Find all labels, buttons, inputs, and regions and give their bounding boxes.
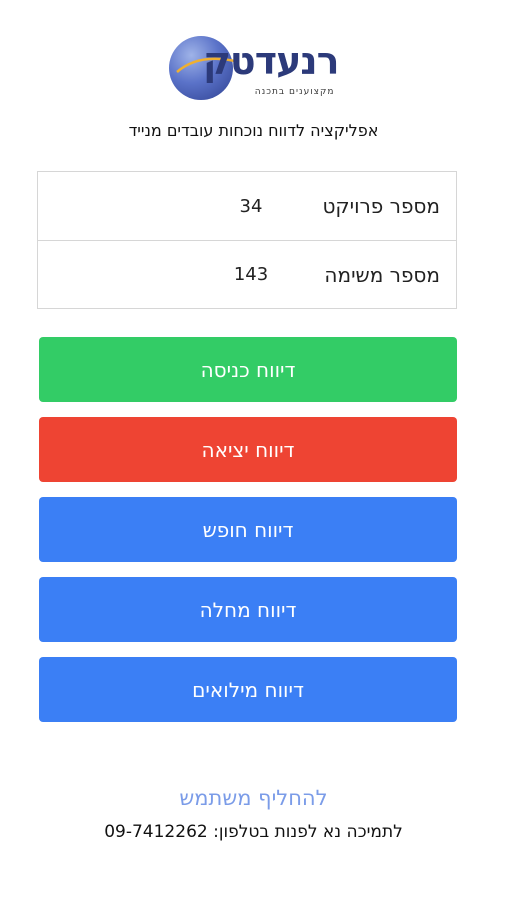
project-info-table: מספר פרויקט 34 מספר משימה 143 (37, 171, 457, 309)
report-actions: דיווח כניסה דיווח יציאה דיווח חופש דיווח… (39, 337, 457, 737)
project-number-value: 34 (239, 195, 263, 217)
project-number-label: מספר פרויקט (322, 194, 440, 218)
logo-tagline: מקצוענים בתכנה (254, 87, 335, 97)
checkin-report-button[interactable]: דיווח כניסה (39, 337, 457, 402)
app-logo: רנעדטק מקצוענים בתכנה (0, 32, 507, 104)
checkout-report-button[interactable]: דיווח יציאה (39, 417, 457, 482)
task-number-row: מספר משימה 143 (38, 240, 456, 308)
support-phone-text: לתמיכה נא לפנות בטלפון: 09-7412262 (104, 822, 403, 842)
vacation-report-button[interactable]: דיווח חופש (39, 497, 457, 562)
sick-report-button[interactable]: דיווח מחלה (39, 577, 457, 642)
reserve-duty-report-button[interactable]: דיווח מילואים (39, 657, 457, 722)
switch-user-link[interactable]: להחליף משתמש (0, 786, 507, 810)
task-number-label: מספר משימה (324, 262, 440, 287)
task-number-value: 143 (233, 264, 269, 285)
logo-brand-text: רנעדטק (202, 39, 340, 83)
project-number-row: מספר פרויקט 34 (38, 172, 456, 240)
app-subtitle: אפליקציה לדווח נוכחות עובדים מנייד (128, 121, 379, 140)
